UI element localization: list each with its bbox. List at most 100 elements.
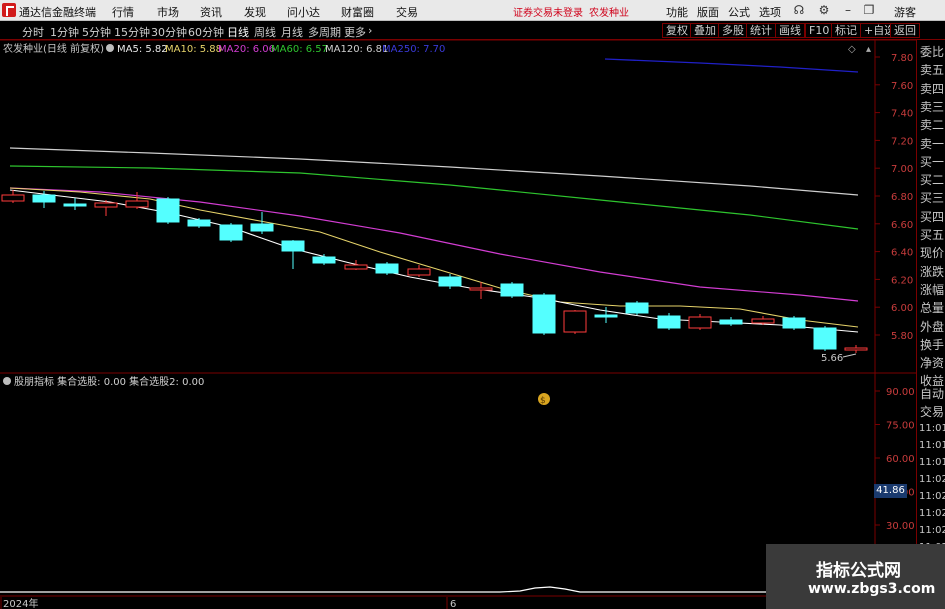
trade-time: 11:01 — [919, 457, 945, 468]
candle-up[interactable] — [688, 316, 712, 329]
menu-formula[interactable]: 公式 — [728, 4, 750, 20]
period-daily[interactable]: 日线 — [227, 24, 249, 40]
period-5min[interactable]: 5分钟 — [82, 24, 111, 40]
candle-down[interactable] — [532, 294, 556, 334]
chart-canvas[interactable]: 农发种业(日线 前复权) MA5: 5.82 MA10: 5.88 MA20: … — [0, 39, 916, 609]
candle-down[interactable] — [657, 315, 681, 329]
minimize-icon[interactable]: – — [840, 2, 856, 18]
candle-up[interactable] — [563, 310, 587, 333]
menu-options[interactable]: 选项 — [759, 4, 781, 20]
menu-ask-xiaoda[interactable]: 问小达 — [287, 4, 320, 20]
low-price-marker: 5.66 — [821, 353, 857, 364]
quote-field-label: 涨幅 — [920, 282, 945, 297]
menu-market[interactable]: 市场 — [157, 4, 179, 20]
candle-down[interactable] — [625, 302, 649, 314]
statistics-button[interactable]: 统计 — [746, 23, 776, 38]
adjust-button[interactable]: 复权 — [662, 23, 692, 38]
diamond-icon[interactable]: ◇ — [848, 44, 856, 55]
menu-layout[interactable]: 版面 — [697, 4, 719, 20]
candle-down[interactable] — [187, 219, 211, 227]
restore-icon[interactable]: ❐ — [861, 2, 877, 18]
indicator-title: 股朋指标 集合选股: 0.00 集合选股2: 0.00 — [14, 375, 204, 388]
period-30min[interactable]: 30分钟 — [151, 24, 187, 40]
trade-time: 11:02 — [919, 525, 945, 536]
candle-down[interactable] — [281, 240, 305, 252]
candle-down[interactable] — [312, 256, 336, 264]
quote-field-label: 卖一 — [920, 136, 945, 151]
price-tick-label: 6.80 — [891, 192, 913, 203]
f10-button[interactable]: F10 — [805, 23, 834, 38]
quote-field-label: 外盘 — [920, 319, 945, 334]
candle-up[interactable] — [125, 200, 149, 208]
chart-area[interactable]: 农发种业(日线 前复权) MA5: 5.82 MA10: 5.88 MA20: … — [0, 39, 916, 609]
draw-line-button[interactable]: 画线 — [775, 23, 805, 38]
candle-up[interactable] — [344, 264, 368, 270]
auto-trade-label[interactable]: 自动 — [920, 385, 944, 402]
trade-time: 11:02 — [919, 491, 945, 502]
quote-field-label: 买一 — [920, 154, 945, 169]
price-axis: 7.80 7.60 7.40 7.20 7.00 6.80 6.60 6.40 6.20 6.00… — [875, 53, 913, 342]
candle-down[interactable] — [156, 198, 180, 223]
candle-up[interactable] — [94, 202, 118, 208]
indicator-dropdown-icon[interactable] — [3, 377, 11, 385]
indicator-line — [0, 586, 875, 593]
candle-down[interactable] — [250, 223, 274, 232]
period-weekly[interactable]: 周线 — [254, 24, 276, 40]
candle-down[interactable] — [438, 276, 462, 287]
menu-function[interactable]: 功能 — [666, 4, 688, 20]
menu-discover[interactable]: 发现 — [244, 4, 266, 20]
overlay-button[interactable]: 叠加 — [690, 23, 720, 38]
candle-down[interactable] — [813, 327, 837, 350]
candle-up[interactable] — [751, 318, 775, 324]
candle-down[interactable] — [63, 203, 87, 207]
period-tick[interactable]: 分时 — [22, 24, 44, 40]
multi-stock-button[interactable]: 多股 — [718, 23, 748, 38]
candle-down[interactable] — [32, 194, 56, 203]
settings-icon[interactable]: ⚙ — [816, 2, 832, 18]
period-15min[interactable]: 15分钟 — [114, 24, 150, 40]
candle-up[interactable] — [1, 194, 25, 202]
ma5-line — [9, 189, 859, 333]
candle-down[interactable] — [594, 314, 618, 318]
headset-icon[interactable]: ☊ — [791, 2, 807, 18]
candle-down[interactable] — [782, 317, 806, 329]
candle-up[interactable] — [407, 268, 431, 276]
collapse-icon[interactable]: ▴ — [866, 44, 871, 55]
indicator-axis: 90.0075.0060.0045.0030.00 — [875, 387, 915, 532]
dropdown-icon[interactable] — [106, 44, 114, 52]
trade-label[interactable]: 交易 — [920, 403, 944, 420]
low-price-label: 5.66 — [821, 353, 843, 364]
candle-up[interactable] — [844, 347, 868, 351]
quote-field-label: 买二 — [920, 173, 945, 188]
guest-user[interactable]: 游客 — [894, 4, 916, 20]
app-title: 通达信金融终端 — [19, 6, 96, 19]
menu-news[interactable]: 资讯 — [200, 4, 222, 20]
quote-field-label: 买三 — [920, 191, 945, 206]
ma120-label: MA120: 6.81 — [325, 44, 388, 55]
quote-field-label: 买四 — [920, 209, 945, 224]
chevron-right-icon[interactable]: › — [368, 24, 372, 37]
period-more[interactable]: 更多 — [344, 24, 366, 40]
current-stock-name: 农发种业 — [589, 8, 629, 19]
menu-wealth-circle[interactable]: 财富圈 — [341, 4, 374, 20]
price-tick-label: 7.60 — [891, 81, 913, 92]
stock-title: 农发种业(日线 前复权) — [3, 42, 104, 55]
candle-up[interactable] — [469, 287, 493, 291]
candle-down[interactable] — [500, 283, 524, 297]
period-monthly[interactable]: 月线 — [281, 24, 303, 40]
candle-down[interactable] — [375, 263, 399, 274]
ma60-label: MA60: 6.57 — [271, 44, 328, 55]
candle-down[interactable] — [719, 319, 743, 325]
candlestick-series[interactable] — [1, 190, 868, 353]
menu-trade[interactable]: 交易 — [396, 4, 418, 20]
period-1min[interactable]: 1分钟 — [50, 24, 79, 40]
mark-button[interactable]: 标记 — [831, 23, 861, 38]
period-60min[interactable]: 60分钟 — [188, 24, 224, 40]
trade-login-status[interactable]: 证券交易未登录 — [513, 4, 583, 19]
candle-down[interactable] — [219, 224, 243, 241]
back-button[interactable]: 返回 — [890, 23, 920, 38]
quote-field-label: 卖四 — [920, 81, 945, 96]
menu-quotes[interactable]: 行情 — [112, 4, 134, 20]
indicator-tick-label: 75.00 — [886, 421, 915, 432]
period-multi[interactable]: 多周期 — [308, 24, 341, 40]
